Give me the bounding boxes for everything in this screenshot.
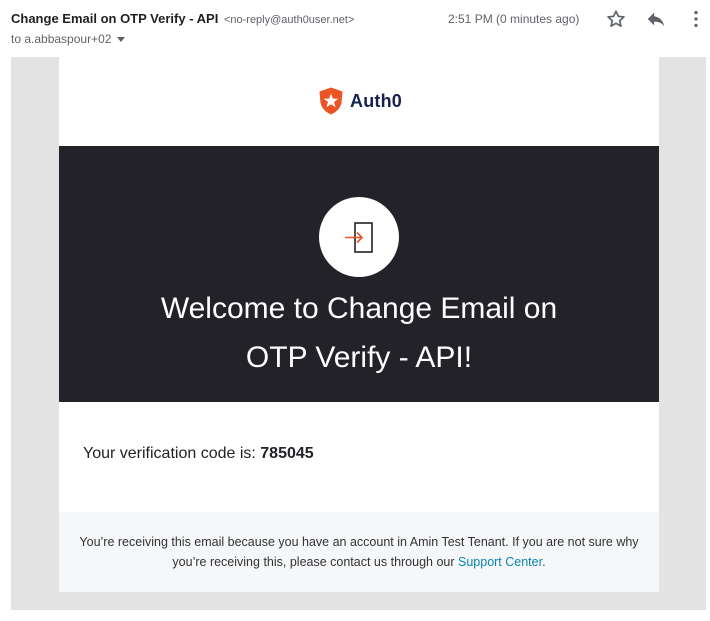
email-footer: You’re receiving this email because you … [59, 512, 659, 592]
subject-line: Change Email on OTP Verify - API <no-rep… [11, 11, 354, 26]
timestamp: 2:51 PM (0 minutes ago) [448, 12, 580, 26]
recipient[interactable]: to a.abbaspour+02 [11, 32, 111, 46]
welcome-line-1: Welcome to Change Email on [160, 292, 558, 325]
email-card: Auth0 Welcome to Change Email on OTP Ver… [59, 57, 659, 592]
welcome-line-2: OTP Verify - API! [245, 341, 473, 374]
welcome-heading: Welcome to Change Email on OTP Verify - … [89, 284, 629, 382]
verification-code: 785045 [260, 445, 314, 462]
sender-address[interactable]: <no-reply@auth0user.net> [224, 14, 354, 26]
sign-in-icon [345, 222, 373, 253]
email-body: Auth0 Welcome to Change Email on OTP Ver… [11, 57, 706, 610]
support-center-link[interactable]: Support Center [458, 555, 542, 569]
hero-icon-circle [319, 197, 399, 277]
verification-code-line: Your verification code is: 785045 [83, 445, 314, 463]
reply-icon[interactable] [645, 8, 667, 30]
hero-banner: Welcome to Change Email on OTP Verify - … [59, 146, 659, 402]
star-icon[interactable] [605, 8, 627, 30]
chevron-down-icon[interactable] [117, 37, 126, 43]
email-header: Change Email on OTP Verify - API <no-rep… [0, 0, 710, 56]
verification-code-label: Your verification code is: [83, 445, 261, 462]
recipient-line[interactable]: to a.abbaspour+02 [11, 32, 126, 46]
footer-message: You’re receiving this email because you … [79, 535, 639, 569]
more-vert-icon[interactable] [685, 8, 707, 30]
footer-text: You’re receiving this email because you … [79, 532, 639, 572]
auth0-logo: Auth0 [318, 85, 402, 117]
email-subject: Change Email on OTP Verify - API [11, 11, 219, 26]
footer-period: . [542, 555, 546, 569]
auth0-shield-icon [319, 87, 343, 115]
brand-name: Auth0 [350, 90, 402, 111]
